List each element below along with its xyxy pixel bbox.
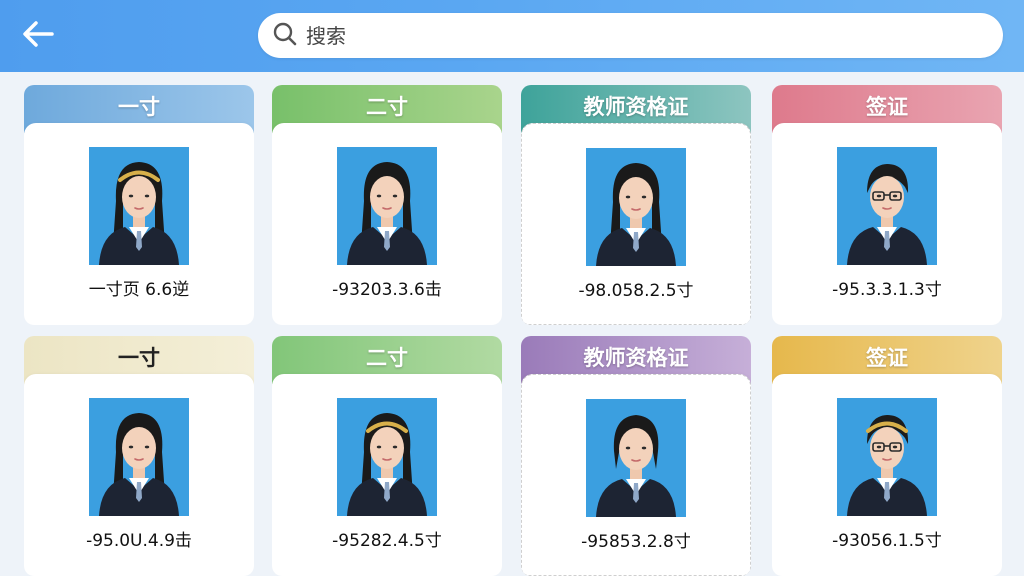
spec-card[interactable]: 一寸 一寸页 6.6逆	[24, 85, 254, 325]
spec-card[interactable]: 教师资格证 -98.058.2.5寸	[521, 85, 751, 325]
spec-card[interactable]: 二寸 -95282.4.5寸	[272, 336, 502, 576]
card-size-label: -93056.1.5寸	[832, 531, 942, 551]
spec-card[interactable]: 二寸 -93203.3.6击	[272, 85, 502, 325]
id-photo	[89, 398, 189, 516]
card-body: -98.058.2.5寸	[521, 123, 751, 325]
id-photo	[586, 399, 686, 517]
card-size-label: -95853.2.8寸	[581, 532, 691, 552]
card-title: 一寸	[118, 95, 160, 119]
card-size-label: -98.058.2.5寸	[578, 281, 694, 301]
spec-card[interactable]: 签证 -93056.1.5寸	[772, 336, 1002, 576]
spec-card[interactable]: 一寸 -95.0U.4.9击	[24, 336, 254, 576]
id-photo	[89, 147, 189, 265]
card-size-label: -93203.3.6击	[332, 280, 442, 300]
card-title: 签证	[866, 346, 908, 370]
card-body: -95.3.3.1.3寸	[772, 123, 1002, 325]
card-title: 教师资格证	[583, 346, 689, 370]
card-title: 二寸	[366, 95, 408, 119]
spec-card[interactable]: 签证 -95.3.3.1.3寸	[772, 85, 1002, 325]
id-photo	[337, 398, 437, 516]
card-body: -95.0U.4.9击	[24, 374, 254, 576]
card-body: 一寸页 6.6逆	[24, 123, 254, 325]
card-title: 一寸	[118, 346, 160, 370]
id-photo	[586, 148, 686, 266]
card-size-label: 一寸页 6.6逆	[88, 280, 190, 300]
id-photo	[337, 147, 437, 265]
card-title: 签证	[866, 95, 908, 119]
card-size-label: -95.0U.4.9击	[86, 531, 192, 551]
spec-card[interactable]: 教师资格证 -95853.2.8寸	[521, 336, 751, 576]
card-title: 教师资格证	[583, 95, 689, 119]
photo-spec-grid: 一寸 一寸页 6.6逆 二寸 -93203.3.6击 教师资格证 -98.058…	[0, 0, 1024, 576]
card-body: -95282.4.5寸	[272, 374, 502, 576]
card-size-label: -95282.4.5寸	[332, 531, 442, 551]
card-size-label: -95.3.3.1.3寸	[832, 280, 942, 300]
card-body: -93056.1.5寸	[772, 374, 1002, 576]
id-photo	[837, 147, 937, 265]
card-body: -93203.3.6击	[272, 123, 502, 325]
card-title: 二寸	[366, 346, 408, 370]
id-photo	[837, 398, 937, 516]
card-body: -95853.2.8寸	[521, 374, 751, 576]
